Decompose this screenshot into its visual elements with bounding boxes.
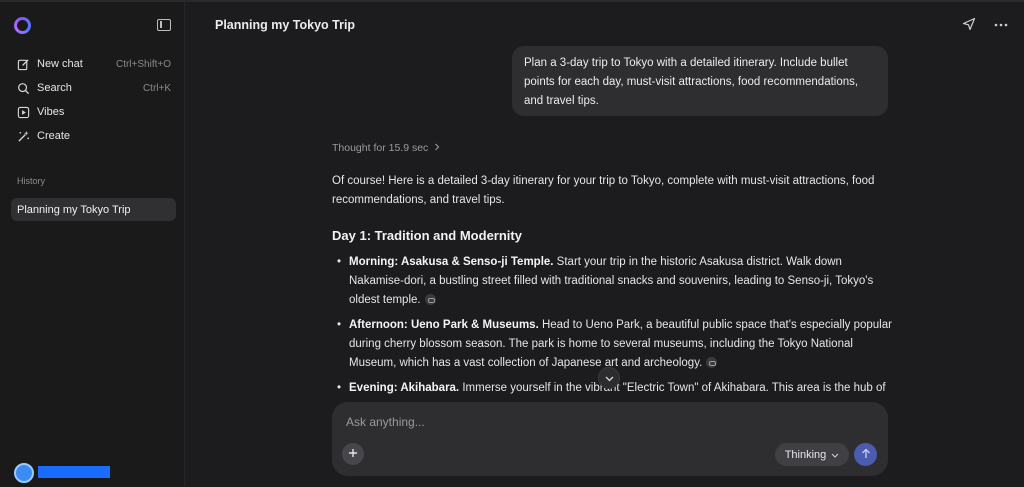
thought-toggle[interactable]: Thought for 15.9 sec <box>332 142 440 154</box>
send-button[interactable] <box>854 443 877 466</box>
citation-link-icon[interactable] <box>424 294 436 306</box>
search-button[interactable]: Search Ctrl+K <box>10 77 176 99</box>
response-intro: Of course! Here is a detailed 3-day itin… <box>332 175 875 206</box>
model-mode-select[interactable]: Thinking <box>775 443 849 466</box>
list-item-title: Evening: Akihabara. <box>349 382 460 394</box>
arrow-up-icon <box>861 446 871 464</box>
list-item: Afternoon: Ueno Park & Museums. Head to … <box>332 316 892 373</box>
history-item-tokyo-trip[interactable]: Planning my Tokyo Trip <box>11 198 176 221</box>
create-button[interactable]: Create <box>10 125 176 147</box>
vibes-label: Vibes <box>37 106 65 118</box>
chevron-down-icon <box>831 449 839 461</box>
search-shortcut: Ctrl+K <box>142 82 171 94</box>
page-title: Planning my Tokyo Trip <box>215 18 356 32</box>
vibes-button[interactable]: Vibes <box>10 101 176 123</box>
thought-label: Thought for 15.9 sec <box>332 142 429 154</box>
message-composer: Thinking <box>332 402 888 476</box>
list-item-text: Immerse yourself in the vibrant "Electri… <box>459 382 886 394</box>
mode-label: Thinking <box>784 448 827 461</box>
app-logo-icon[interactable] <box>14 17 31 34</box>
create-label: Create <box>37 130 71 142</box>
citation-link-icon[interactable] <box>706 357 718 369</box>
list-item-title: Morning: Asakusa & Senso-ji Temple. <box>349 256 554 268</box>
edit-icon <box>16 57 30 71</box>
user-message-bubble: Plan a 3-day trip to Tokyo with a detail… <box>512 46 888 116</box>
new-chat-button[interactable]: New chat Ctrl+Shift+O <box>10 53 176 75</box>
new-chat-shortcut: Ctrl+Shift+O <box>115 58 171 70</box>
search-icon <box>16 81 30 95</box>
search-label: Search <box>37 82 72 94</box>
user-avatar[interactable] <box>14 463 34 483</box>
more-options-icon[interactable] <box>994 17 1010 31</box>
plus-icon <box>348 445 358 463</box>
chat-main: Planning my Tokyo Trip Plan a 3-day trip… <box>186 2 1024 487</box>
prompt-input[interactable] <box>346 412 866 432</box>
list-item-title: Afternoon: Ueno Park & Museums. <box>349 319 539 331</box>
day1-heading: Day 1: Tradition and Modernity <box>332 228 522 243</box>
app-window: New chat Ctrl+Shift+O Search Ctrl+K Vibe… <box>0 0 1024 487</box>
play-icon <box>16 105 30 119</box>
share-icon[interactable] <box>962 17 976 31</box>
chevron-right-icon <box>434 142 440 154</box>
new-chat-label: New chat <box>37 58 83 70</box>
list-item: Morning: Asakusa & Senso-ji Temple. Star… <box>332 253 892 310</box>
sidebar-toggle-icon[interactable] <box>157 19 171 31</box>
history-heading: History <box>17 176 46 186</box>
sparkle-wand-icon <box>16 129 30 143</box>
scroll-to-bottom-button[interactable] <box>598 367 620 389</box>
chevron-down-icon <box>605 369 614 387</box>
attach-button[interactable] <box>342 443 364 465</box>
username-redacted <box>38 466 110 478</box>
sidebar: New chat Ctrl+Shift+O Search Ctrl+K Vibe… <box>0 2 185 487</box>
